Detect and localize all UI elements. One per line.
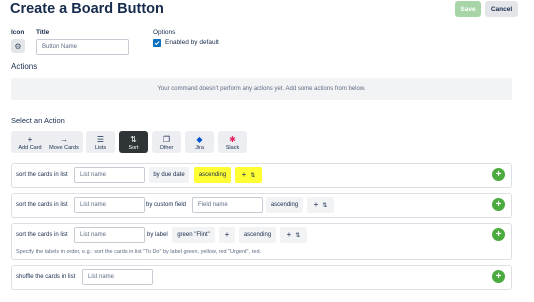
plus-icon: + [495, 270, 502, 282]
action-type-label: Sort [128, 145, 139, 151]
page-title: Create a Board Button [10, 1, 164, 17]
plus-icon: + [286, 230, 292, 239]
input-placeholder: List name [80, 232, 107, 238]
add-action-button[interactable]: + [492, 198, 505, 211]
action-type-slack[interactable]: ✱ Slack [218, 131, 247, 153]
action-type-other[interactable]: ❐ Other [152, 131, 181, 153]
add-label-button[interactable]: + [219, 227, 235, 243]
add-action-button[interactable]: + [492, 270, 505, 283]
arrow-right-icon: → [60, 135, 68, 144]
save-button[interactable]: Save [455, 1, 481, 17]
action-type-move-cards[interactable]: → Move Cards [45, 131, 83, 153]
action-type-sort[interactable]: ⇅ Sort [119, 131, 148, 153]
input-placeholder: List name [80, 172, 107, 178]
icon-label: Icon [11, 29, 25, 36]
order-select[interactable]: ascending [266, 197, 303, 213]
sort-icon: ⇅ [130, 135, 137, 144]
label-select[interactable]: green "Flint" [172, 227, 215, 243]
enabled-checkbox[interactable] [153, 39, 161, 47]
list-name-input[interactable]: List name [74, 197, 145, 213]
cancel-button[interactable]: Cancel [485, 1, 518, 17]
empty-actions-notice: Your command doesn't perform any actions… [11, 78, 512, 100]
icon-picker-button[interactable]: ⚙ [11, 39, 25, 53]
label-order-hint: Specify the labels in order, e.g.: sort … [16, 249, 262, 255]
jira-icon: ◆ [196, 135, 203, 144]
list-icon: ☰ [96, 135, 105, 144]
list-name-input[interactable]: List name [74, 227, 145, 243]
title-placeholder: Button Name [42, 44, 78, 50]
sort-order-icon: ⇅ [322, 202, 328, 209]
add-action-button[interactable]: + [492, 168, 505, 181]
action-type-add-card[interactable]: + Add Card [11, 131, 49, 153]
plus-icon: + [495, 198, 502, 210]
title-input[interactable]: Button Name [36, 39, 129, 55]
plus-icon: + [495, 228, 502, 240]
add-sort-criterion-button[interactable]: + ⇅ [235, 167, 262, 183]
action-type-label: Slack [225, 145, 240, 151]
plus-icon: + [224, 230, 230, 239]
list-name-input[interactable]: List name [74, 167, 145, 183]
sort-order-icon: ⇅ [250, 172, 256, 179]
sort-order-icon: ⇅ [295, 232, 301, 239]
check-icon [154, 41, 160, 46]
input-placeholder: List name [88, 274, 115, 280]
input-placeholder: List name [80, 202, 107, 208]
list-name-input[interactable]: List name [82, 269, 153, 285]
plus-icon: + [495, 168, 502, 180]
field-name-input[interactable]: Field name [192, 197, 263, 213]
add-action-button[interactable]: + [492, 228, 505, 241]
by-custom-field-label: by custom field [146, 202, 187, 208]
action-type-label: Add Card [18, 145, 42, 151]
plus-icon: + [313, 200, 319, 209]
row-text: shuffle the cards in list [16, 274, 76, 280]
row-text: sort the cards in list [16, 172, 68, 178]
action-type-label: Jira [195, 145, 204, 151]
select-action-heading: Select an Action [11, 116, 65, 125]
enabled-label: Enabled by default [165, 39, 219, 46]
order-select[interactable]: ascending [194, 167, 231, 183]
by-due-date-select[interactable]: by due date [149, 167, 189, 183]
title-label: Title [36, 29, 50, 36]
add-sort-criterion-button[interactable]: + ⇅ [307, 197, 334, 213]
input-placeholder: Field name [198, 202, 228, 208]
order-select[interactable]: ascending [239, 227, 276, 243]
action-type-label: Lists [94, 145, 107, 151]
action-type-label: Other [159, 145, 174, 151]
by-label-label: by label [147, 232, 168, 238]
action-type-lists[interactable]: ☰ Lists [86, 131, 115, 153]
plus-icon: + [241, 170, 247, 179]
add-sort-criterion-button[interactable]: + ⇅ [280, 227, 307, 243]
action-type-jira[interactable]: ◆ Jira [185, 131, 214, 153]
gear-icon: ⚙ [14, 41, 22, 51]
copy-icon: ❐ [162, 135, 171, 144]
row-text: sort the cards in list [16, 232, 68, 238]
plus-icon: + [27, 135, 33, 144]
row-text: sort the cards in list [16, 202, 68, 208]
actions-heading: Actions [11, 62, 38, 71]
options-label: Options [153, 29, 176, 36]
slack-icon: ✱ [229, 135, 236, 144]
action-type-label: Move Cards [49, 145, 79, 151]
